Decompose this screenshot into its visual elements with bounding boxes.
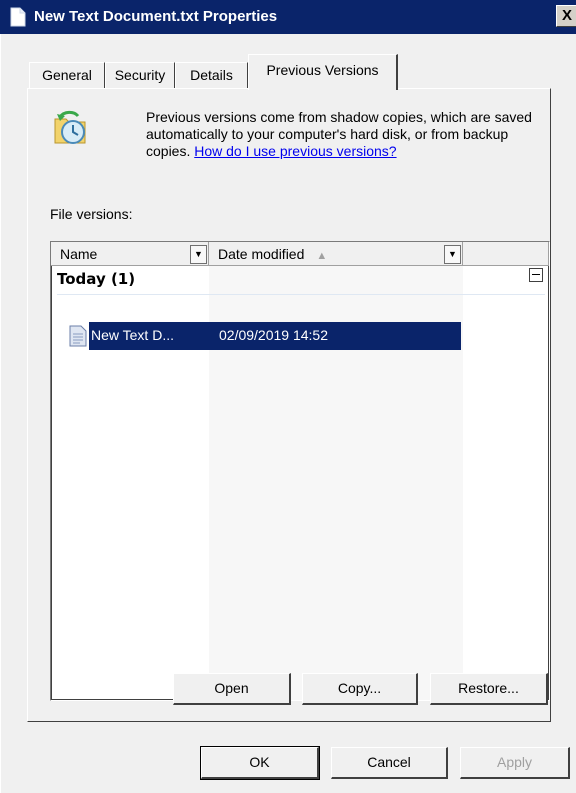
copy-button[interactable]: Copy... xyxy=(302,673,418,705)
info-text: Previous versions come from shadow copie… xyxy=(146,109,532,159)
shadow-copy-folder-icon xyxy=(54,110,86,144)
list-item[interactable]: New Text D... 02/09/2019 14:52 xyxy=(67,322,517,350)
column-header-empty xyxy=(463,242,549,266)
properties-dialog: General Security Details Previous Versio… xyxy=(0,34,576,793)
tab-general[interactable]: General xyxy=(29,62,105,88)
group-header[interactable]: Today (1) xyxy=(57,270,135,288)
tab-previous-versions[interactable]: Previous Versions xyxy=(248,54,398,90)
sort-up-icon: ▲ xyxy=(316,250,328,262)
collapse-icon[interactable] xyxy=(529,268,543,282)
cancel-button[interactable]: Cancel xyxy=(331,747,448,779)
text-file-icon xyxy=(69,325,87,347)
tab-details[interactable]: Details xyxy=(175,62,248,88)
column-header-date-modified[interactable]: Date modified ▲ xyxy=(209,242,463,266)
document-icon xyxy=(10,7,26,27)
date-modified: 02/09/2019 14:52 xyxy=(219,327,328,343)
apply-button[interactable]: Apply xyxy=(460,747,570,779)
ok-button[interactable]: OK xyxy=(200,746,320,780)
dropdown-arrow-icon[interactable]: ▼ xyxy=(190,245,207,264)
dropdown-arrow-icon[interactable]: ▼ xyxy=(444,245,461,264)
close-icon: X xyxy=(561,7,572,24)
window-title: New Text Document.txt Properties xyxy=(34,8,278,25)
file-versions-list[interactable]: Name ▼ Date modified ▲ ▼ Today (1) New Te… xyxy=(50,241,550,701)
open-button[interactable]: Open xyxy=(173,673,291,705)
help-link[interactable]: How do I use previous versions? xyxy=(194,143,396,159)
column-header-name[interactable]: Name xyxy=(51,242,209,266)
close-button[interactable]: X xyxy=(556,5,576,27)
file-name: New Text D... xyxy=(91,327,174,343)
previous-versions-panel: Previous versions come from shadow copie… xyxy=(27,88,551,722)
restore-button[interactable]: Restore... xyxy=(430,673,548,705)
group-divider xyxy=(57,294,545,295)
file-versions-label: File versions: xyxy=(50,206,133,222)
tab-security[interactable]: Security xyxy=(105,62,175,88)
title-bar: New Text Document.txt Properties X xyxy=(0,0,576,34)
